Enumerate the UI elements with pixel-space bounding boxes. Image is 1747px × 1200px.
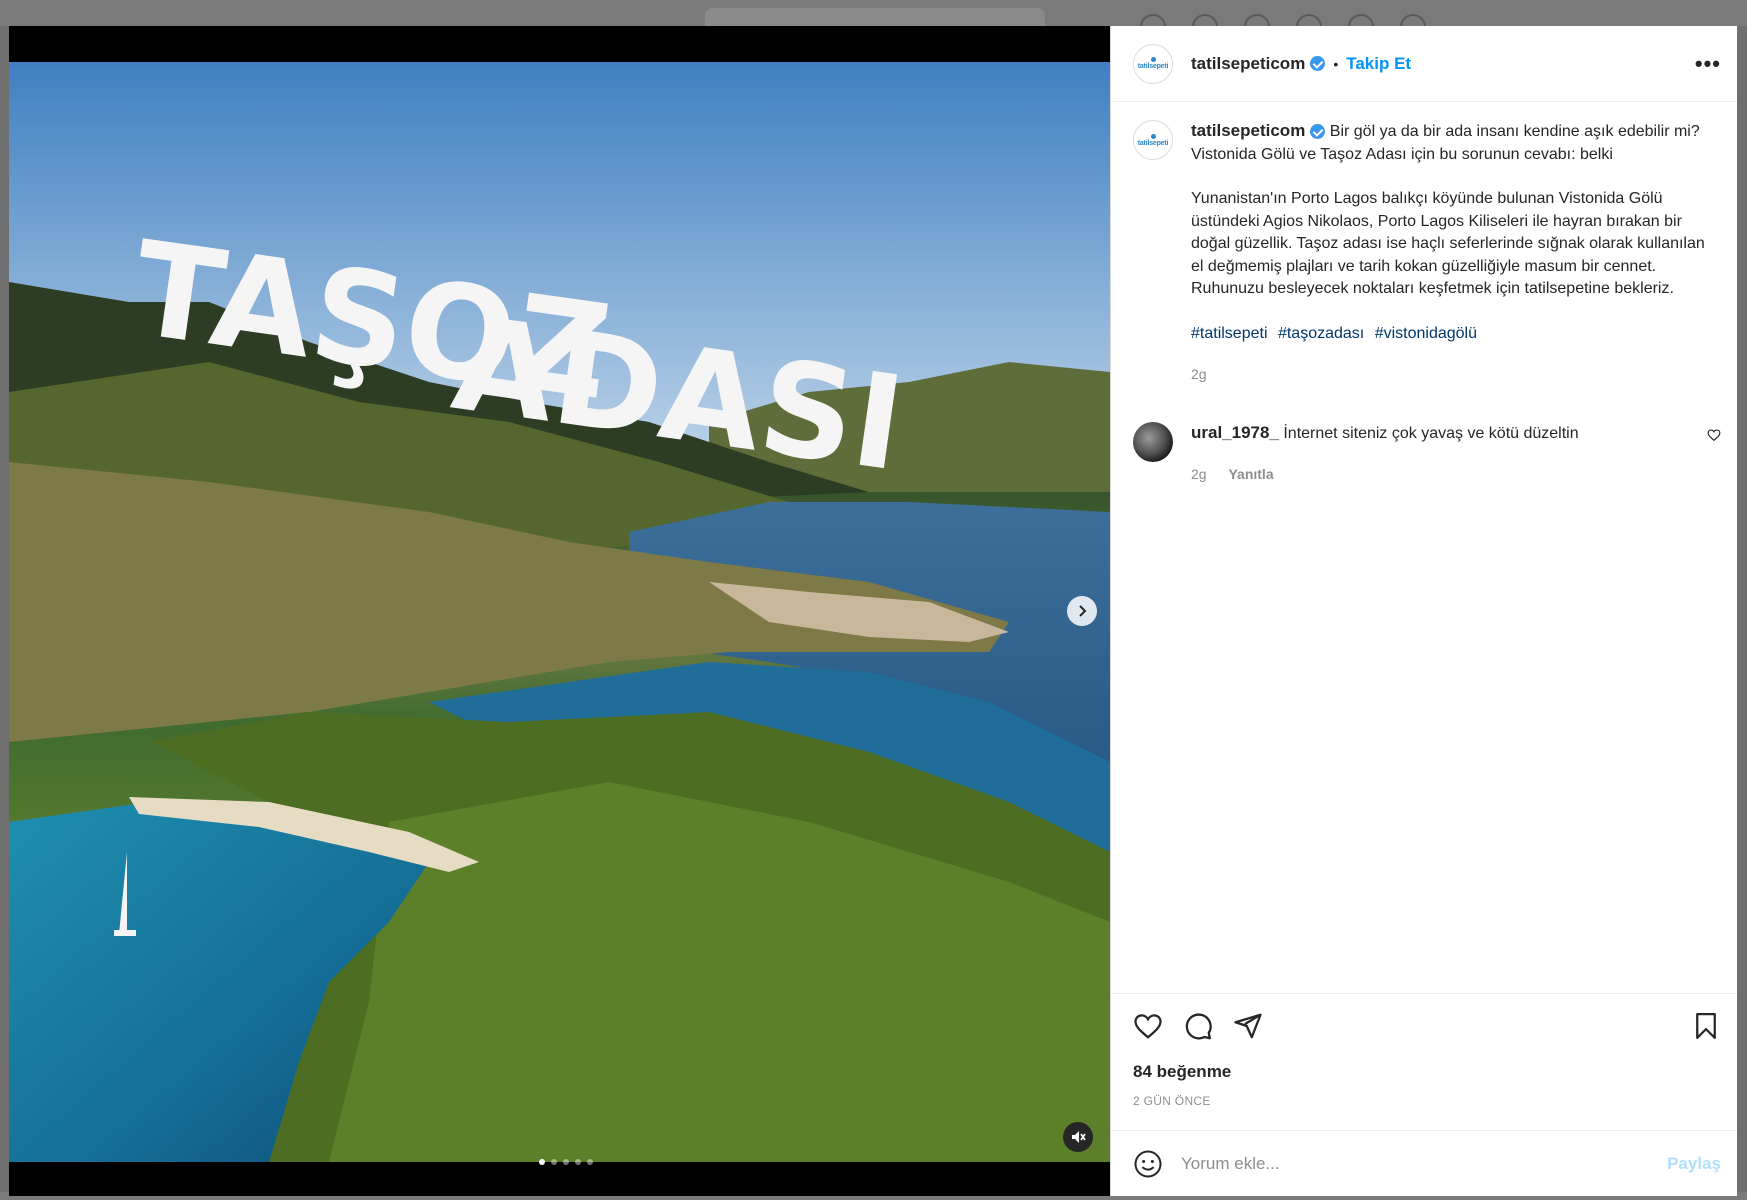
caption-first-line: tatilsepeticom Bir göl ya da bir ada ins… [1191, 120, 1721, 166]
logo-text: tatilsepeti [1137, 63, 1169, 70]
commenter-avatar[interactable] [1133, 421, 1173, 462]
mute-button[interactable] [1063, 1122, 1093, 1152]
caption-row: tatilsepeti tatilsepeticom Bir göl ya da… [1133, 120, 1721, 386]
header-account: tatilsepeticom • Takip Et [1191, 54, 1411, 74]
caption-meta: 2g [1191, 363, 1721, 386]
caption-username[interactable]: tatilsepeticom [1191, 121, 1305, 140]
verified-icon [1310, 124, 1326, 140]
post-media: TAŞOZ ADASI [9, 26, 1110, 1196]
post-modal: TAŞOZ ADASI tatilsepeti tatilsepeticom •… [9, 26, 1737, 1196]
caption-hashtags: #tatilsepeti #taşozadası #vistonidagölü [1191, 323, 1721, 346]
caption-paragraph: Yunanistan'ın Porto Lagos balıkçı köyünd… [1191, 190, 1705, 297]
emoji-icon[interactable] [1133, 1149, 1163, 1179]
follow-button[interactable]: Takip Et [1346, 54, 1411, 74]
verified-icon [1310, 56, 1326, 71]
logo-dot [1150, 57, 1156, 62]
speaker-muted-icon [1072, 1131, 1086, 1143]
next-slide-button[interactable] [1067, 596, 1097, 626]
comment-bubble-icon[interactable] [1183, 1011, 1213, 1041]
post-timestamp[interactable]: 2 GÜN ÖNCE [1133, 1094, 1721, 1108]
post-header: tatilsepeti tatilsepeticom • Takip Et ••… [1111, 26, 1737, 102]
like-count[interactable]: 84 beğenme [1133, 1062, 1721, 1082]
reply-button[interactable]: Yanıtla [1228, 466, 1273, 482]
comment-input[interactable] [1181, 1153, 1668, 1174]
caption-body: tatilsepeticom Bir göl ya da bir ada ins… [1191, 120, 1721, 386]
share-send-icon[interactable] [1233, 1011, 1263, 1041]
slide-indicator [539, 1159, 593, 1165]
logo-dot [1150, 133, 1156, 139]
comment-body: ural_1978_ İnternet siteniz çok yavaş ve… [1191, 422, 1721, 486]
action-bar [1133, 1008, 1721, 1044]
slide-dot [575, 1159, 581, 1165]
more-options-icon[interactable]: ••• [1695, 51, 1721, 77]
comment-content: ural_1978_ İnternet siteniz çok yavaş ve… [1191, 422, 1721, 446]
comment-meta: 2g Yanıtla [1191, 463, 1721, 486]
header-separator: • [1333, 55, 1339, 72]
logo-text: tatilsepeti [1137, 139, 1169, 147]
comment-line: ural_1978_ İnternet siteniz çok yavaş ve… [1191, 422, 1707, 446]
comment-row: ural_1978_ İnternet siteniz çok yavaş ve… [1133, 421, 1721, 486]
chevron-right-icon [1079, 605, 1087, 617]
comment-username[interactable]: ural_1978_ [1191, 423, 1279, 442]
slide-dot [587, 1159, 593, 1165]
account-avatar[interactable]: tatilsepeti [1133, 43, 1173, 84]
comment-like-icon[interactable] [1707, 428, 1721, 442]
post-side-panel: tatilsepeti tatilsepeticom • Takip Et ••… [1110, 26, 1737, 1196]
landscape-illustration: TAŞOZ ADASI [9, 62, 1110, 1162]
post-actions-area: 84 beğenme 2 GÜN ÖNCE [1111, 993, 1737, 1108]
comment-time[interactable]: 2g [1191, 466, 1207, 482]
post-photo[interactable]: TAŞOZ ADASI [9, 62, 1110, 1162]
hashtag-link[interactable]: #tatilsepeti [1191, 325, 1268, 342]
caption-avatar[interactable]: tatilsepeti [1133, 120, 1173, 160]
hashtag-link[interactable]: #vistonidagölü [1375, 325, 1477, 342]
slide-dot [539, 1159, 545, 1165]
caption-time[interactable]: 2g [1191, 366, 1207, 382]
hashtag-link[interactable]: #taşozadası [1278, 325, 1364, 342]
post-comment-button[interactable]: Paylaş [1667, 1154, 1721, 1174]
comments-section: tatilsepeti tatilsepeticom Bir göl ya da… [1111, 102, 1737, 993]
slide-dot [551, 1159, 557, 1165]
comment-composer: Paylaş [1111, 1130, 1737, 1196]
header-username[interactable]: tatilsepeticom [1191, 54, 1305, 74]
like-heart-icon[interactable] [1133, 1011, 1163, 1041]
comment-text: İnternet siteniz çok yavaş ve kötü düzel… [1283, 424, 1579, 442]
slide-dot [563, 1159, 569, 1165]
bookmark-icon[interactable] [1691, 1011, 1721, 1041]
